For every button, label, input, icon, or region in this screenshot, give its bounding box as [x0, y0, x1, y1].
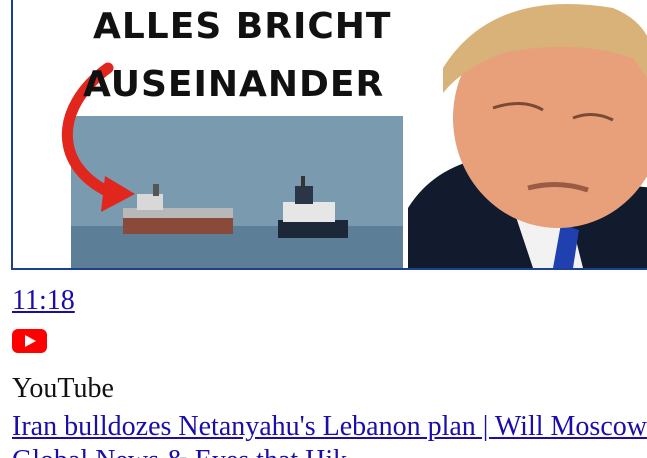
video-title-link[interactable]: Iran bulldozes Netanyahu's Lebanon plan … — [12, 410, 647, 444]
video-source: YouTube — [12, 373, 114, 404]
video-channel-link[interactable]: Global News & Eyes that Hik — [12, 444, 347, 458]
thumbnail-headline-2: AUSEINANDER — [83, 64, 384, 105]
video-duration[interactable]: 11:18 — [12, 284, 75, 318]
video-result-card: ALLES BRICHT AUSEINANDER 11:18 YouTube I… — [0, 0, 647, 458]
video-thumbnail[interactable]: ALLES BRICHT AUSEINANDER — [11, 0, 647, 270]
youtube-icon — [12, 329, 47, 353]
thumbnail-image: ALLES BRICHT AUSEINANDER — [13, 0, 647, 268]
thumbnail-headline-1: ALLES BRICHT — [93, 6, 391, 47]
